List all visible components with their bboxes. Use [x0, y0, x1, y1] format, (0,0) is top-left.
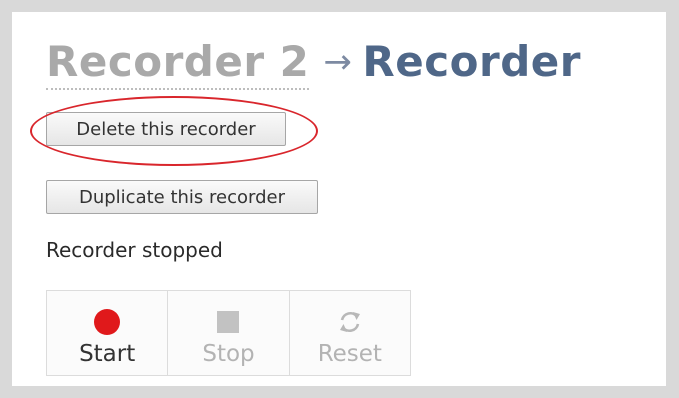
recorder-status: Recorder stopped	[46, 238, 223, 262]
breadcrumb-arrow-icon: →	[323, 42, 353, 82]
stop-label: Stop	[202, 341, 255, 367]
record-icon	[94, 305, 121, 339]
reset-label: Reset	[317, 341, 382, 367]
reset-button[interactable]: Reset	[290, 291, 411, 375]
reset-icon	[336, 305, 364, 339]
stop-button[interactable]: Stop	[168, 291, 290, 375]
breadcrumb-current: Recorder	[362, 37, 581, 86]
start-label: Start	[79, 341, 136, 367]
recorder-panel: Recorder 2 → Recorder Delete this recorder…	[12, 12, 666, 386]
breadcrumb-parent-link[interactable]: Recorder 2	[46, 37, 310, 90]
delete-recorder-button[interactable]: Delete this recorder	[46, 112, 286, 146]
start-button[interactable]: Start	[47, 291, 169, 375]
recorder-controls: Start Stop Reset	[46, 290, 411, 376]
duplicate-recorder-button[interactable]: Duplicate this recorder	[46, 180, 318, 214]
stop-icon	[217, 305, 240, 339]
page-title: Recorder 2 → Recorder	[46, 34, 581, 93]
